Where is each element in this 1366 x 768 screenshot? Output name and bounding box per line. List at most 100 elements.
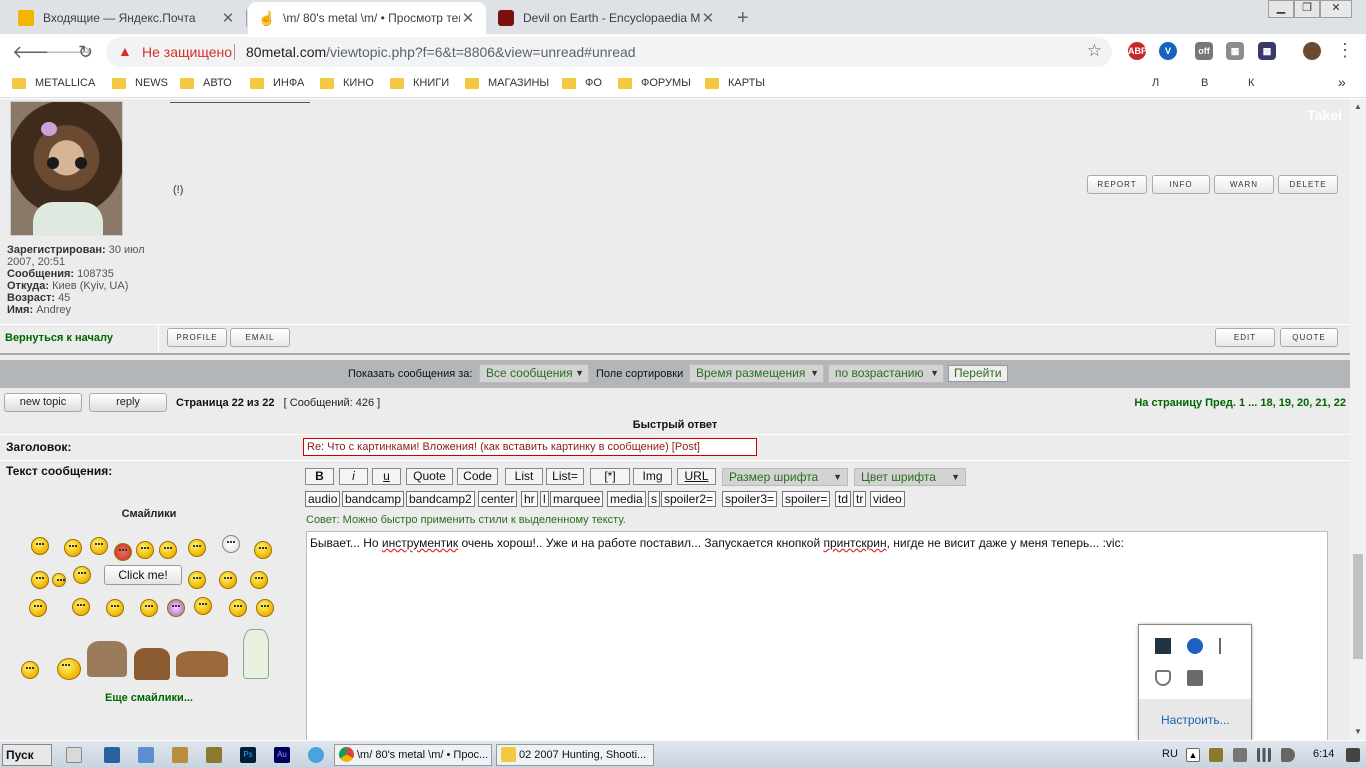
quote-tag-button[interactable]: Quote [406,468,453,485]
bookmark-folder[interactable]: ФО [562,77,602,89]
smiley-icon[interactable] [188,571,206,589]
bbcode-audio-button[interactable]: audio [305,491,341,507]
img-tag-button[interactable]: Img [633,468,672,485]
customize-link[interactable]: Настроить... [1139,699,1251,740]
smiley-icon[interactable] [72,598,90,616]
smiley-icon[interactable] [21,661,39,679]
menu-icon[interactable]: ⋮ [1336,40,1354,61]
font-size-select[interactable]: Размер шрифта ▼ [722,468,848,486]
bookmark-star-icon[interactable]: ☆ [1087,41,1102,61]
bbcode-marquee-button[interactable]: marquee [550,491,604,507]
smiley-icon[interactable] [31,537,49,555]
smiley-icon[interactable] [159,541,177,559]
adblock-icon[interactable]: ABP [1128,42,1147,60]
bbcode-hr-button[interactable]: hr [521,491,538,507]
taskbar-chrome-window[interactable]: \m/ 80's metal \m/ • Прос... [334,744,492,766]
cow-icon[interactable] [87,641,127,677]
close-icon[interactable]: ✕ [700,9,716,27]
smiley-icon[interactable] [167,599,185,617]
warn-button[interactable]: WARN [1214,175,1274,194]
shield-icon[interactable] [1155,670,1171,686]
taskbar-folder-window[interactable]: 02 2007 Hunting, Shooti... [496,744,654,766]
list-ordered-button[interactable]: List= [546,468,584,485]
quicklaunch-icon[interactable] [308,747,324,763]
bbcode-s-button[interactable]: s [648,491,660,507]
moose-icon[interactable] [134,648,170,680]
notification-icon[interactable] [1346,748,1360,762]
profile-avatar[interactable] [1303,42,1321,60]
bbcode-bandcamp-button[interactable]: bandcamp [342,491,405,507]
sort-field-select[interactable]: Время размещения ▼ [689,364,824,383]
bbcode-media-button[interactable]: media [607,491,646,507]
bluetooth-icon[interactable] [1187,638,1203,654]
flag-icon[interactable] [1219,638,1235,654]
close-icon[interactable]: ✕ [220,9,236,27]
more-bookmarks-icon[interactable]: » [1338,74,1346,90]
maximize-button[interactable]: ❐ [1294,0,1320,18]
animal-icon[interactable] [176,651,228,677]
close-window-button[interactable]: ✕ [1320,0,1352,18]
bookmark-folder[interactable]: КАРТЫ [705,77,765,89]
info-button[interactable]: INFO [1152,175,1210,194]
click-me-button[interactable]: Click me! [104,565,182,585]
tab-metal-archives[interactable]: Devil on Earth - Encyclopaedia Meta ✕ [488,2,726,34]
bbcode-l-button[interactable]: l [540,491,549,507]
bookmark-folder[interactable]: МАГАЗИНЫ [465,77,549,89]
url-tag-button[interactable]: URL [677,468,716,485]
bbcode-bandcamp2-button[interactable]: bandcamp2 [406,491,475,507]
smiley-icon[interactable] [90,537,108,555]
bookmark-folder[interactable]: ФОРУМЫ [618,77,691,89]
minimize-button[interactable]: ▁ [1268,0,1294,18]
scroll-thumb[interactable] [1353,554,1363,659]
close-icon[interactable]: ✕ [460,9,476,27]
volume-icon[interactable] [1281,748,1295,762]
bold-button[interactable]: B [305,468,334,485]
subject-input[interactable]: Re: Что с картинками! Вложения! (как вст… [303,438,757,456]
monitor-icon[interactable] [1155,638,1171,654]
list-tag-button[interactable]: List [505,468,543,485]
tray-expand-icon[interactable]: ▲ [1186,748,1200,762]
underline-button[interactable]: u [372,468,401,485]
smiley-icon[interactable] [194,597,212,615]
start-button[interactable]: Пуск [2,744,52,766]
smiley-icon[interactable] [73,566,91,584]
show-period-select[interactable]: Все сообщения ▼ [479,364,589,383]
bookmark-link[interactable]: К [1248,77,1254,89]
bbcode-spoiler-button[interactable]: spoiler= [782,491,831,507]
photoshop-icon[interactable]: Ps [240,747,256,763]
bbcode-center-button[interactable]: center [478,491,518,507]
quote-button[interactable]: QUOTE [1280,328,1338,347]
smiley-icon[interactable] [52,573,66,587]
reply-button[interactable]: reply [89,393,167,412]
quicklaunch-icon[interactable] [172,747,188,763]
signal-icon[interactable] [1257,748,1271,762]
code-tag-button[interactable]: Code [457,468,498,485]
tray-icon[interactable] [1233,748,1247,762]
delete-button[interactable]: DELETE [1278,175,1338,194]
bookmark-folder[interactable]: КНИГИ [390,77,449,89]
bookmark-folder[interactable]: КИНО [320,77,374,89]
sort-order-select[interactable]: по возрастанию ▼ [828,364,944,383]
tab-80metal[interactable]: ☝ \m/ 80's metal \m/ • Просмотр тем ✕ [248,2,486,34]
new-tab-button[interactable]: + [737,7,749,30]
quicklaunch-icon[interactable] [206,747,222,763]
italic-button[interactable]: i [339,468,368,485]
report-button[interactable]: REPORT [1087,175,1147,194]
bbcode-td-button[interactable]: td [835,491,852,507]
edit-button[interactable]: EDIT [1215,328,1275,347]
bbcode-spoiler2-button[interactable]: spoiler2= [661,491,717,507]
off-extension-icon[interactable]: off [1195,42,1213,60]
smiley-icon[interactable] [29,599,47,617]
smiley-icon[interactable] [256,599,274,617]
bookmark-link[interactable]: В [1201,77,1208,89]
extension-icon[interactable]: ▩ [1258,42,1276,60]
scroll-down-icon[interactable]: ▼ [1350,724,1366,740]
email-button[interactable]: EMAIL [230,328,290,347]
smiley-icon[interactable] [250,571,268,589]
clock[interactable]: 6:14 [1313,748,1334,760]
bookmark-folder[interactable]: АВТО [180,77,232,89]
smiley-icon[interactable] [188,539,206,557]
page-navigation[interactable]: На страницу Пред. 1 ... 18, 19, 20, 21, … [1134,397,1346,409]
address-bar[interactable]: ▲ Не защищено 80metal.com/viewtopic.php?… [106,37,1112,67]
profile-button[interactable]: PROFILE [167,328,227,347]
